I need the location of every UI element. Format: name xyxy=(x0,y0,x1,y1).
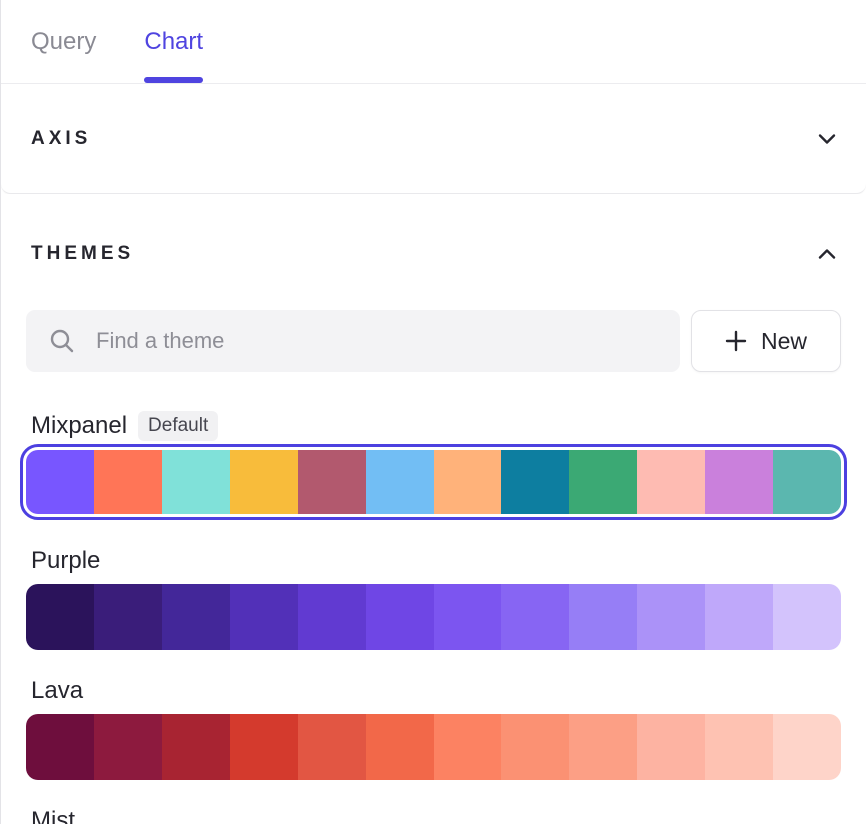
color-swatch xyxy=(298,714,366,780)
color-swatch xyxy=(434,450,502,514)
color-swatch xyxy=(162,714,230,780)
theme-default-badge: Default xyxy=(138,411,218,441)
color-swatch xyxy=(569,714,637,780)
color-swatch xyxy=(637,584,705,650)
color-swatch xyxy=(94,450,162,514)
color-swatch xyxy=(94,714,162,780)
color-swatch xyxy=(637,714,705,780)
theme-search-input[interactable] xyxy=(26,310,680,372)
theme-swatch-strip[interactable] xyxy=(20,444,847,520)
color-swatch xyxy=(26,714,94,780)
theme-list: Mixpanel Default Purple Lava Mist xyxy=(26,410,841,824)
color-swatch xyxy=(434,714,502,780)
color-swatch xyxy=(26,450,94,514)
theme-label-row: Mist xyxy=(26,805,841,824)
tab-bar: Query Chart xyxy=(1,0,866,84)
themes-section-header[interactable]: THEMES xyxy=(26,240,841,268)
color-swatch xyxy=(501,714,569,780)
theme-search-box xyxy=(26,310,680,372)
color-swatch xyxy=(501,450,569,514)
theme-name: Mixpanel xyxy=(31,412,127,440)
color-swatch xyxy=(773,450,841,514)
color-swatch xyxy=(569,584,637,650)
theme-name: Lava xyxy=(31,677,83,705)
swatch-strip-inner xyxy=(26,450,841,514)
color-swatch xyxy=(230,450,298,514)
plus-icon xyxy=(725,330,747,352)
color-swatch xyxy=(366,450,434,514)
theme-label-row: Mixpanel Default xyxy=(26,410,841,442)
axis-section-title: AXIS xyxy=(31,128,91,150)
theme-toolbar: New xyxy=(26,310,841,372)
color-swatch xyxy=(298,584,366,650)
color-swatch xyxy=(230,584,298,650)
swatch-strip-inner xyxy=(26,714,841,780)
chevron-up-icon[interactable] xyxy=(818,248,836,260)
theme-name: Purple xyxy=(31,547,100,575)
color-swatch xyxy=(94,584,162,650)
themes-section: THEMES xyxy=(1,208,866,824)
color-swatch xyxy=(366,584,434,650)
color-swatch xyxy=(705,584,773,650)
color-swatch xyxy=(569,450,637,514)
color-swatch xyxy=(637,450,705,514)
theme-label-row: Purple xyxy=(26,545,841,577)
axis-section-header[interactable]: AXIS xyxy=(1,84,866,194)
chart-settings-panel: Query Chart AXIS THEMES xyxy=(0,0,866,824)
color-swatch xyxy=(26,584,94,650)
color-swatch xyxy=(773,714,841,780)
theme-row: Mixpanel Default xyxy=(26,410,841,520)
color-swatch xyxy=(230,714,298,780)
color-swatch xyxy=(366,714,434,780)
chevron-down-icon[interactable] xyxy=(818,133,836,145)
color-swatch xyxy=(773,584,841,650)
tab-query[interactable]: Query xyxy=(31,0,96,83)
theme-swatch-strip[interactable] xyxy=(26,584,841,650)
color-swatch xyxy=(705,714,773,780)
tab-chart[interactable]: Chart xyxy=(144,0,203,83)
theme-name: Mist xyxy=(31,807,75,824)
color-swatch xyxy=(434,584,502,650)
color-swatch xyxy=(501,584,569,650)
theme-row: Mist xyxy=(26,805,841,824)
color-swatch xyxy=(705,450,773,514)
new-theme-button[interactable]: New xyxy=(691,310,841,372)
color-swatch xyxy=(162,584,230,650)
theme-swatch-strip[interactable] xyxy=(26,714,841,780)
new-theme-button-label: New xyxy=(761,328,807,355)
color-swatch xyxy=(162,450,230,514)
theme-label-row: Lava xyxy=(26,675,841,707)
section-gap xyxy=(1,194,866,208)
theme-row: Lava xyxy=(26,675,841,780)
swatch-strip-inner xyxy=(26,584,841,650)
color-swatch xyxy=(298,450,366,514)
theme-row: Purple xyxy=(26,545,841,650)
themes-section-title: THEMES xyxy=(31,243,134,265)
